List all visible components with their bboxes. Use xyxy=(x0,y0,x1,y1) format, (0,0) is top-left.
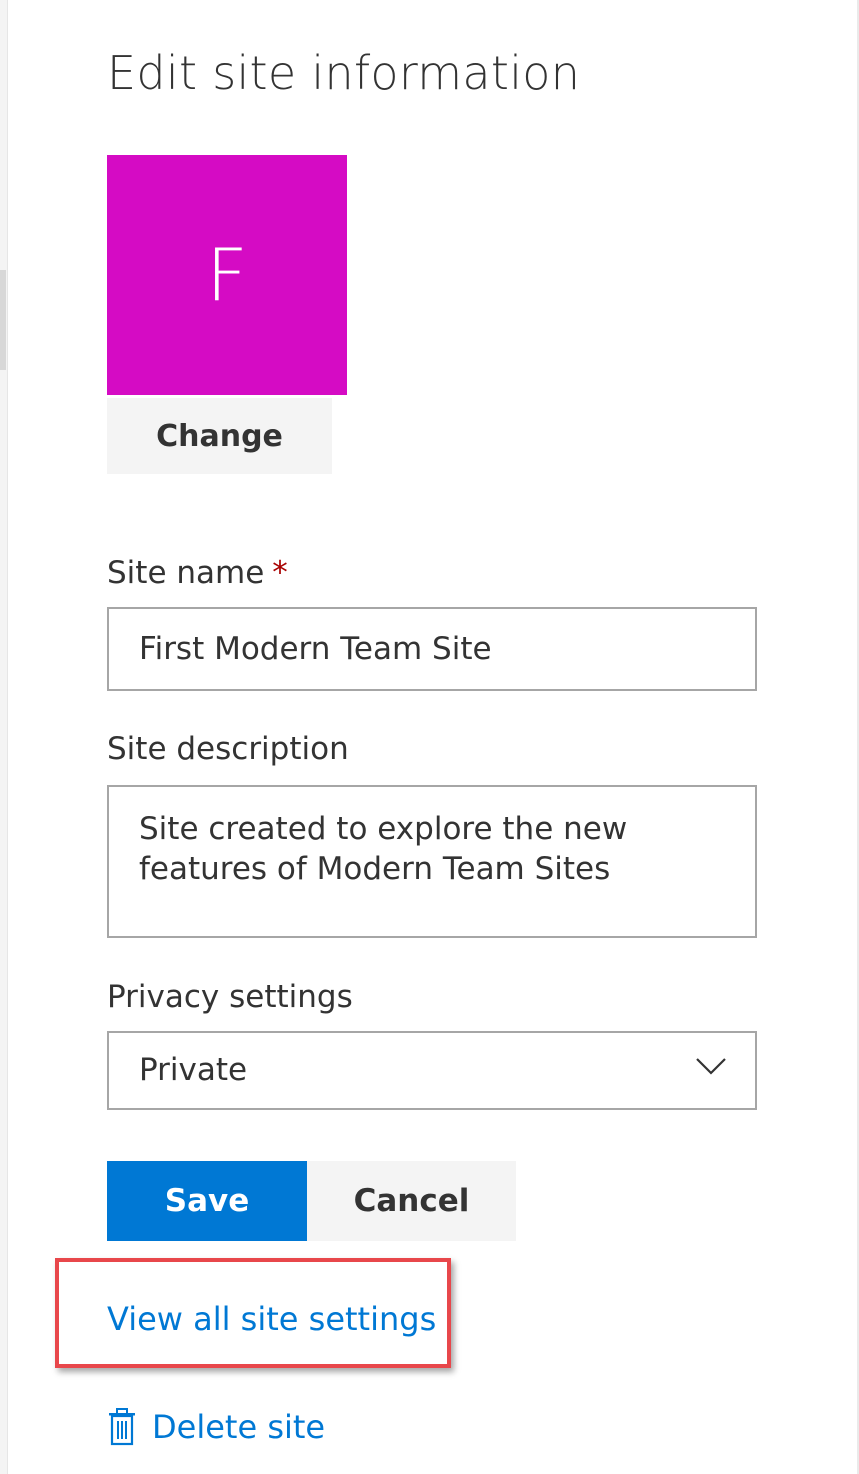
chevron-down-icon xyxy=(696,1058,726,1075)
privacy-selected-value: Private xyxy=(139,1052,248,1088)
delete-site-label: Delete site xyxy=(152,1408,326,1446)
delete-site-link[interactable]: Delete site xyxy=(107,1408,325,1446)
change-logo-button[interactable]: Change xyxy=(107,398,332,474)
site-name-input[interactable]: First Modern Team Site xyxy=(107,607,757,691)
background-edge-mark xyxy=(0,270,6,370)
trash-icon xyxy=(109,1408,135,1446)
privacy-select[interactable]: Private xyxy=(107,1031,757,1110)
site-logo-letter: F xyxy=(206,233,248,317)
panel-title: Edit site information xyxy=(107,46,581,100)
cancel-button[interactable]: Cancel xyxy=(307,1161,516,1241)
background-page-edge xyxy=(0,0,8,1474)
site-description-textarea[interactable]: Site created to explore the new features… xyxy=(107,785,757,938)
site-logo: F xyxy=(107,155,347,395)
site-description-label: Site description xyxy=(107,731,349,767)
required-asterisk: * xyxy=(272,555,288,591)
site-name-label: Site name * xyxy=(107,555,288,591)
privacy-settings-label: Privacy settings xyxy=(107,979,353,1015)
edit-site-panel: Edit site information F Change Site name… xyxy=(0,0,859,1474)
view-all-site-settings-link[interactable]: View all site settings xyxy=(107,1300,436,1338)
save-button[interactable]: Save xyxy=(107,1161,307,1241)
site-name-label-text: Site name xyxy=(107,555,265,591)
